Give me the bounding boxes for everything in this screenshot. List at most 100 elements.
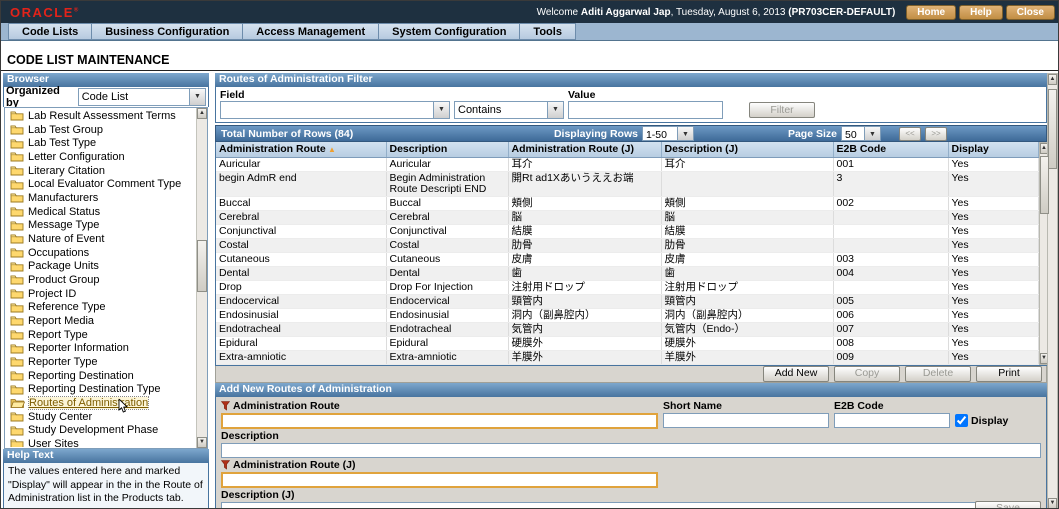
page-scroll-track[interactable] bbox=[1048, 85, 1057, 498]
tree-item[interactable]: Reporter Information bbox=[6, 341, 195, 355]
tree-scrollbar[interactable]: ▲ ▼ bbox=[196, 108, 207, 448]
delete-button[interactable]: Delete bbox=[905, 365, 971, 382]
menu-tab-access-management[interactable]: Access Management bbox=[242, 23, 379, 40]
column-header[interactable]: Display bbox=[948, 142, 1039, 158]
tree-item[interactable]: Report Media bbox=[6, 314, 195, 328]
column-header[interactable]: Description (J) bbox=[661, 142, 834, 158]
print-button[interactable]: Print bbox=[976, 365, 1042, 382]
table-row[interactable]: Extra-amniotic Extra-amniotic 羊膜外 羊膜外 009 Yes bbox=[216, 350, 1039, 365]
folder-icon bbox=[10, 385, 24, 395]
folder-icon bbox=[10, 440, 24, 447]
tree-item[interactable]: Reference Type bbox=[6, 300, 195, 314]
tree-item[interactable]: User Sites bbox=[6, 437, 195, 447]
description-input[interactable] bbox=[221, 442, 1041, 458]
table-cell: 頸管内 bbox=[508, 294, 662, 309]
table-row[interactable]: Buccal Buccal 頬側 頬側 002 Yes bbox=[216, 196, 1039, 211]
tree-scroll-thumb[interactable] bbox=[197, 239, 207, 292]
table-cell: 羊膜外 bbox=[508, 350, 662, 365]
page-scroll-thumb[interactable] bbox=[1048, 89, 1057, 169]
copy-button[interactable]: Copy bbox=[834, 365, 900, 382]
tree-item[interactable]: Reporting Destination Type bbox=[6, 382, 195, 396]
scroll-up-icon[interactable]: ▲ bbox=[1048, 74, 1057, 85]
column-header[interactable]: Description bbox=[386, 142, 509, 158]
folder-icon bbox=[10, 111, 24, 121]
scroll-down-icon[interactable]: ▼ bbox=[1048, 498, 1057, 508]
table-row[interactable]: Dental Dental 歯歯 004 Yes bbox=[216, 266, 1039, 281]
table-row[interactable]: Epidural Epidural 硬膜外 硬膜外 008 Yes bbox=[216, 336, 1039, 351]
admin-route-label-row: Administration Route bbox=[221, 400, 658, 413]
next-page-button[interactable]: >> bbox=[925, 126, 947, 141]
prev-page-button[interactable]: << bbox=[899, 126, 921, 141]
short-name-input[interactable] bbox=[663, 412, 829, 428]
admin-route-j-input[interactable] bbox=[221, 471, 658, 488]
tree-item[interactable]: Occupations bbox=[6, 246, 195, 260]
table-cell: 006 bbox=[833, 308, 949, 323]
tree-item[interactable]: Nature of Event bbox=[6, 232, 195, 246]
tree-item[interactable]: Routes of Administration bbox=[6, 395, 195, 413]
tree-item[interactable]: Product Group bbox=[6, 273, 195, 287]
table-row[interactable]: Costal Costal 肋骨 肋骨 Yes bbox=[216, 238, 1039, 253]
menu-tab-tools[interactable]: Tools bbox=[519, 23, 576, 40]
save-button[interactable]: Save bbox=[975, 500, 1041, 508]
scroll-up-icon[interactable]: ▲ bbox=[197, 108, 207, 119]
field-select[interactable]: ▼ bbox=[220, 101, 450, 119]
displaying-rows-select[interactable]: 1-50 ▼ bbox=[641, 126, 694, 141]
tree-item[interactable]: Manufacturers bbox=[6, 191, 195, 205]
tree-item[interactable]: Project ID bbox=[6, 287, 195, 301]
table-row[interactable]: Auricular Auricular 耳介 耳介 001 Yes bbox=[216, 157, 1039, 172]
column-header[interactable]: Administration Route ▲ bbox=[216, 142, 387, 158]
tree-item[interactable]: Lab Result Assessment Terms bbox=[6, 109, 195, 123]
help-text-header: Help Text bbox=[3, 449, 209, 463]
page-size-select[interactable]: 50 ▼ bbox=[841, 126, 881, 141]
menu-tab-system-configuration[interactable]: System Configuration bbox=[378, 23, 520, 40]
help-button[interactable]: Help bbox=[959, 4, 1003, 20]
tree-item[interactable]: Reporting Destination bbox=[6, 369, 195, 383]
total-rows-label: Total Number of Rows (84) bbox=[221, 127, 354, 140]
menu-tab-code-lists[interactable]: Code Lists bbox=[8, 23, 92, 40]
table-row[interactable]: begin AdmR end Begin Administration Route… bbox=[216, 171, 1039, 197]
tree-item[interactable]: Literary Citation bbox=[6, 164, 195, 178]
table-cell: Yes bbox=[948, 336, 1039, 351]
scroll-down-icon[interactable]: ▼ bbox=[197, 437, 207, 448]
operator-select[interactable]: Contains ▼ bbox=[454, 101, 564, 119]
table-row[interactable]: Endotracheal Endotracheal 気管内 気管内（Endo-） 007… bbox=[216, 322, 1039, 337]
tree-item[interactable]: Lab Test Group bbox=[6, 123, 195, 137]
display-checkbox[interactable] bbox=[955, 413, 968, 427]
tree-item[interactable]: Package Units bbox=[6, 259, 195, 273]
tree-item[interactable]: Study Center bbox=[6, 410, 195, 424]
filter-button[interactable]: Filter bbox=[749, 102, 815, 118]
value-input[interactable] bbox=[568, 101, 723, 119]
organized-by-select[interactable]: Code List ▼ bbox=[77, 88, 206, 106]
tree-item[interactable]: Report Type bbox=[6, 328, 195, 342]
folder-icon bbox=[10, 193, 24, 203]
menu-tab-business-configuration[interactable]: Business Configuration bbox=[91, 23, 243, 40]
admin-route-label: Administration Route bbox=[233, 400, 340, 412]
column-header[interactable]: E2B Code bbox=[833, 142, 949, 158]
table-row[interactable]: Endocervical Endocervical 頸管内 頸管内 005 Yes bbox=[216, 294, 1039, 309]
tree-item[interactable]: Letter Configuration bbox=[6, 150, 195, 164]
tree-scroll-track[interactable] bbox=[197, 119, 207, 437]
tree-item[interactable]: Message Type bbox=[6, 218, 195, 232]
table-row[interactable]: Endosinusial Endosinusial 洞内（副鼻腔内） 洞内（副鼻腔内）… bbox=[216, 308, 1039, 323]
home-button[interactable]: Home bbox=[906, 4, 957, 20]
table-cell: Buccal bbox=[386, 196, 509, 211]
folder-icon bbox=[10, 152, 24, 162]
table-row[interactable]: Conjunctival Conjunctival 結膜 結膜 Yes bbox=[216, 224, 1039, 239]
table-row[interactable]: Drop Drop For Injection 注射用ドロップ 注射用ドロップ Yes bbox=[216, 280, 1039, 295]
table-row[interactable]: Cerebral Cerebral 脳脳 Yes bbox=[216, 210, 1039, 225]
e2b-code-input[interactable] bbox=[834, 412, 950, 428]
close-button[interactable]: Close bbox=[1005, 4, 1055, 20]
admin-route-input[interactable] bbox=[221, 412, 658, 429]
table-body: Auricular Auricular 耳介 耳介 001 Yes begin AdmR e… bbox=[216, 157, 1039, 365]
table-row[interactable]: Cutaneous Cutaneous 皮膚 皮膚 003 Yes bbox=[216, 252, 1039, 267]
tree-item[interactable]: Local Evaluator Comment Type bbox=[6, 177, 195, 191]
table-cell: 頬側 bbox=[661, 196, 834, 211]
column-header[interactable]: Administration Route (J) bbox=[508, 142, 662, 158]
description-j-input[interactable] bbox=[221, 501, 1041, 508]
tree-item[interactable]: Study Development Phase bbox=[6, 423, 195, 437]
add-new-button[interactable]: Add New bbox=[763, 365, 829, 382]
tree-item[interactable]: Medical Status bbox=[6, 205, 195, 219]
tree-item[interactable]: Reporter Type bbox=[6, 355, 195, 369]
tree-item[interactable]: Lab Test Type bbox=[6, 136, 195, 150]
page-scrollbar[interactable]: ▲ ▼ bbox=[1047, 73, 1058, 508]
